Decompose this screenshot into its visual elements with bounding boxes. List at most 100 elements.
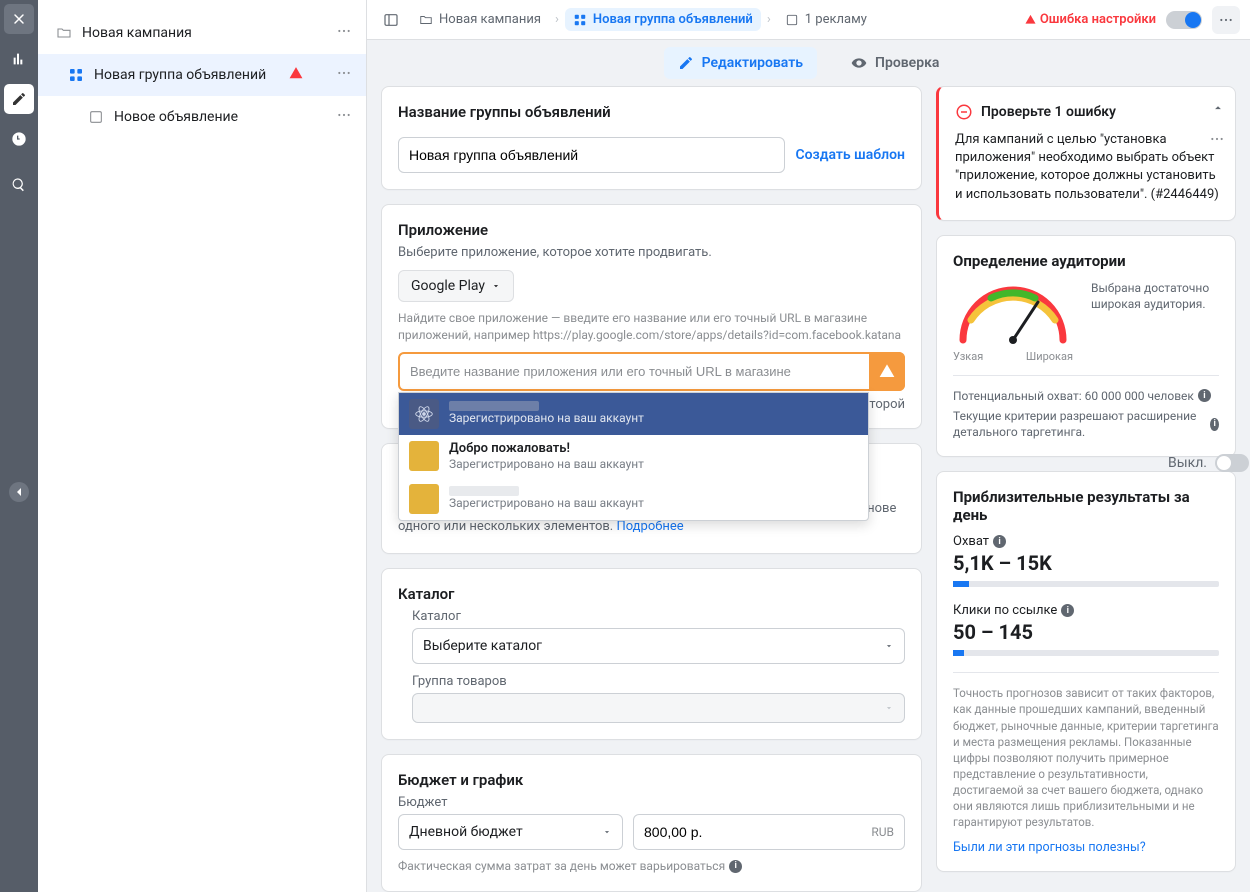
close-button[interactable] <box>4 4 34 34</box>
clock-nav[interactable] <box>4 124 34 154</box>
error-collapse[interactable] <box>1211 101 1225 119</box>
more-icon <box>1218 12 1234 28</box>
results-title: Приблизительные результаты за день <box>953 488 1219 524</box>
tree-adset-warning <box>289 66 303 84</box>
results-disclaimer: Точность прогнозов зависит от таких факт… <box>953 685 1219 830</box>
crumb-campaign[interactable]: Новая кампания <box>411 8 549 31</box>
budget-note: Фактическая сумма затрат за день может в… <box>398 858 725 875</box>
chart-icon <box>11 51 27 67</box>
adset-name-input[interactable] <box>398 137 785 173</box>
app-hint: Найдите свое приложение — введите его на… <box>398 310 905 344</box>
results-card: Приблизительные результаты за день Охват… <box>936 471 1236 872</box>
topbar-more-button[interactable] <box>1212 6 1240 34</box>
audience-reach: Потенциальный охват: 60 000 000 человек <box>953 388 1194 404</box>
tab-review[interactable]: Проверка <box>837 47 953 79</box>
create-template-link[interactable]: Создать шаблон <box>795 147 905 163</box>
clicks-value: 50 – 145 <box>953 620 1219 644</box>
tree-ad-more[interactable] <box>332 103 356 131</box>
app-search-warning <box>869 352 905 391</box>
more-icon <box>336 23 352 39</box>
budget-currency: RUB <box>861 825 904 839</box>
app-search-wrap: Зарегистрировано на ваш аккаунт Добро по… <box>398 352 905 391</box>
warning-icon <box>1025 14 1036 25</box>
edit-nav[interactable] <box>4 84 34 114</box>
crumb-ad-label: 1 рекламу <box>805 12 867 27</box>
crumb-adset-label: Новая группа объявлений <box>593 12 753 27</box>
dynamic-more-link[interactable]: Подробнее <box>616 519 683 534</box>
audience-criteria: Текущие критерии разрешают расширение де… <box>953 408 1206 440</box>
caret-down-icon <box>884 641 894 651</box>
caret-down-icon <box>884 703 894 713</box>
audience-title: Определение аудитории <box>953 252 1219 270</box>
adset-name-card: Название группы объявлений Создать шабло… <box>381 86 922 190</box>
tree-adset-more[interactable] <box>332 61 356 89</box>
info-icon[interactable]: i <box>1198 389 1211 402</box>
app-option-3-sub: Зарегистрировано на ваш аккаунт <box>449 496 644 511</box>
budget-type-select[interactable]: Дневной бюджет <box>398 814 623 850</box>
chevron-left-icon <box>11 484 27 500</box>
tree-campaign[interactable]: Новая кампания <box>38 12 366 54</box>
crumb-ad[interactable]: 1 рекламу <box>777 8 875 31</box>
app-store-select[interactable]: Google Play <box>398 270 514 302</box>
app-thumb <box>409 484 439 514</box>
folder-icon <box>419 13 433 27</box>
app-option-3[interactable]: Зарегистрировано на ваш аккаунт <box>399 478 868 520</box>
app-thumb <box>409 399 439 429</box>
adset-icon <box>68 67 84 83</box>
audience-gauge <box>953 280 1073 348</box>
product-set-select <box>412 693 905 723</box>
results-feedback[interactable]: Были ли эти прогнозы полезны? <box>953 840 1219 855</box>
crumb-adset[interactable]: Новая группа объявлений <box>565 8 761 31</box>
panel-icon <box>383 12 399 28</box>
app-search-input[interactable] <box>398 352 905 391</box>
budget-note-row: Фактическая сумма затрат за день может в… <box>398 858 905 875</box>
info-icon[interactable]: i <box>1061 604 1074 617</box>
app-option-2-sub: Зарегистрировано на ваш аккаунт <box>449 457 644 472</box>
pencil-icon <box>11 91 27 107</box>
close-icon <box>11 11 27 27</box>
app-option-1[interactable]: Зарегистрировано на ваш аккаунт <box>399 393 868 435</box>
catalog-title: Каталог <box>398 585 905 603</box>
catalog-label: Каталог <box>412 609 905 624</box>
collapse-rail-button[interactable] <box>9 482 29 502</box>
budget-amount-input[interactable] <box>634 815 861 849</box>
error-body: Для кампаний с целью "установка приложен… <box>955 131 1219 204</box>
tree-adset[interactable]: Новая группа объявлений <box>38 54 366 96</box>
chart-nav[interactable] <box>4 44 34 74</box>
app-option-1-title <box>449 401 539 411</box>
app-card-sub: Выберите приложение, которое хотите прод… <box>398 245 905 260</box>
info-icon[interactable]: i <box>1210 418 1219 431</box>
tree-campaign-more[interactable] <box>332 19 356 47</box>
adset-icon <box>573 13 587 27</box>
main-area: Новая кампания › Новая группа объявлений… <box>367 0 1250 892</box>
tree-campaign-label: Новая кампания <box>82 25 192 41</box>
info-icon[interactable]: i <box>993 535 1006 548</box>
error-icon <box>955 103 973 121</box>
tree-ad[interactable]: Новое объявление <box>38 96 366 138</box>
topbar-toggle[interactable] <box>1166 11 1202 29</box>
info-icon[interactable]: i <box>729 860 742 873</box>
reach-value: 5,1K – 15K <box>953 551 1219 575</box>
app-thumb <box>409 441 439 471</box>
reach-bar <box>953 581 1219 587</box>
budget-label: Бюджет <box>398 795 905 810</box>
ad-icon <box>88 109 104 125</box>
more-icon <box>336 65 352 81</box>
catalog-select[interactable]: Выберите каталог <box>412 628 905 664</box>
tab-edit[interactable]: Редактировать <box>664 47 817 79</box>
topbar-error[interactable]: Ошибка настройки <box>1025 12 1156 27</box>
structure-tree: Новая кампания Новая группа объявлений Н… <box>38 0 367 892</box>
tab-review-label: Проверка <box>875 55 939 71</box>
budget-amount-field[interactable]: RUB <box>633 814 905 850</box>
crumb-campaign-label: Новая кампания <box>439 12 541 27</box>
adset-name-title: Название группы объявлений <box>398 103 905 121</box>
app-option-2[interactable]: Добро пожаловать! Зарегистрировано на ва… <box>399 435 868 478</box>
panel-toggle-button[interactable] <box>377 6 405 34</box>
topbar-error-label: Ошибка настройки <box>1040 12 1156 27</box>
pencil-icon <box>678 55 694 71</box>
reach-label: Охват <box>953 534 989 549</box>
left-rail <box>0 0 38 892</box>
search-nav[interactable] <box>4 170 34 200</box>
atom-icon <box>413 403 435 425</box>
error-more[interactable] <box>1209 131 1225 151</box>
